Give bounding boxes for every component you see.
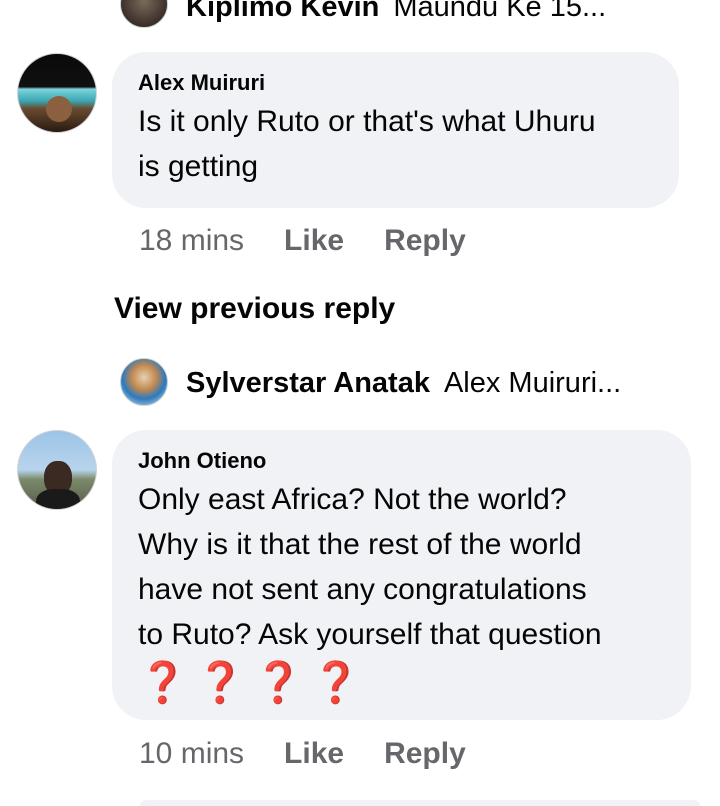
avatar[interactable] [17, 430, 97, 510]
comment-timestamp[interactable]: 10 mins [139, 737, 244, 771]
comment-text: Only east Africa? Not the world? Why is … [138, 477, 665, 657]
comment-line: is getting [138, 150, 259, 183]
reply-button[interactable]: Reply [384, 737, 466, 771]
reply-button[interactable]: Reply [384, 224, 466, 258]
comment-author[interactable]: Alex Muiruri [138, 68, 653, 98]
question-mark-emoji: ❓❓❓❓ [138, 661, 370, 705]
comment-line: to Ruto? Ask yourself that question [138, 618, 602, 651]
avatar[interactable] [120, 358, 168, 406]
comment-bubble[interactable]: Alex Muiruri Is it only Ruto or that's w… [112, 52, 679, 208]
comment-text: Is it only Ruto or that's what Uhuru is … [138, 99, 653, 189]
reply-snippet: Maundu Ke 15... [393, 0, 607, 23]
comment-author[interactable]: John Otieno [138, 446, 665, 476]
reply-snippet: Alex Muiruri... [443, 366, 622, 399]
reply-author-name[interactable]: Kiplimo Kevin [186, 0, 379, 24]
next-comment-edge [140, 800, 700, 806]
like-button[interactable]: Like [284, 224, 344, 258]
avatar[interactable] [120, 0, 168, 28]
comment-line: Only east Africa? Not the world? [138, 483, 567, 516]
comment-line: have not sent any congratulations [138, 573, 587, 606]
comment-actions: 10 mins Like Reply [139, 737, 466, 771]
avatar-detail [46, 96, 72, 122]
comment-line: Why is it that the rest of the world [138, 528, 582, 561]
view-previous-reply-link[interactable]: View previous reply [114, 292, 395, 326]
reply-preview-row[interactable]: Sylverstar Anatak Alex Muiruri... [186, 362, 621, 404]
comment-line: Is it only Ruto or that's what Uhuru [138, 105, 596, 138]
reply-author-name[interactable]: Sylverstar Anatak [186, 367, 430, 400]
comment-bubble[interactable]: John Otieno Only east Africa? Not the wo… [112, 430, 691, 720]
like-button[interactable]: Like [284, 737, 344, 771]
reply-preview-row[interactable]: Kiplimo Kevin Maundu Ke 15... [186, 0, 606, 27]
avatar[interactable] [17, 53, 97, 133]
comment-timestamp[interactable]: 18 mins [139, 224, 244, 258]
avatar-detail [36, 489, 80, 509]
comment-actions: 18 mins Like Reply [139, 224, 466, 258]
